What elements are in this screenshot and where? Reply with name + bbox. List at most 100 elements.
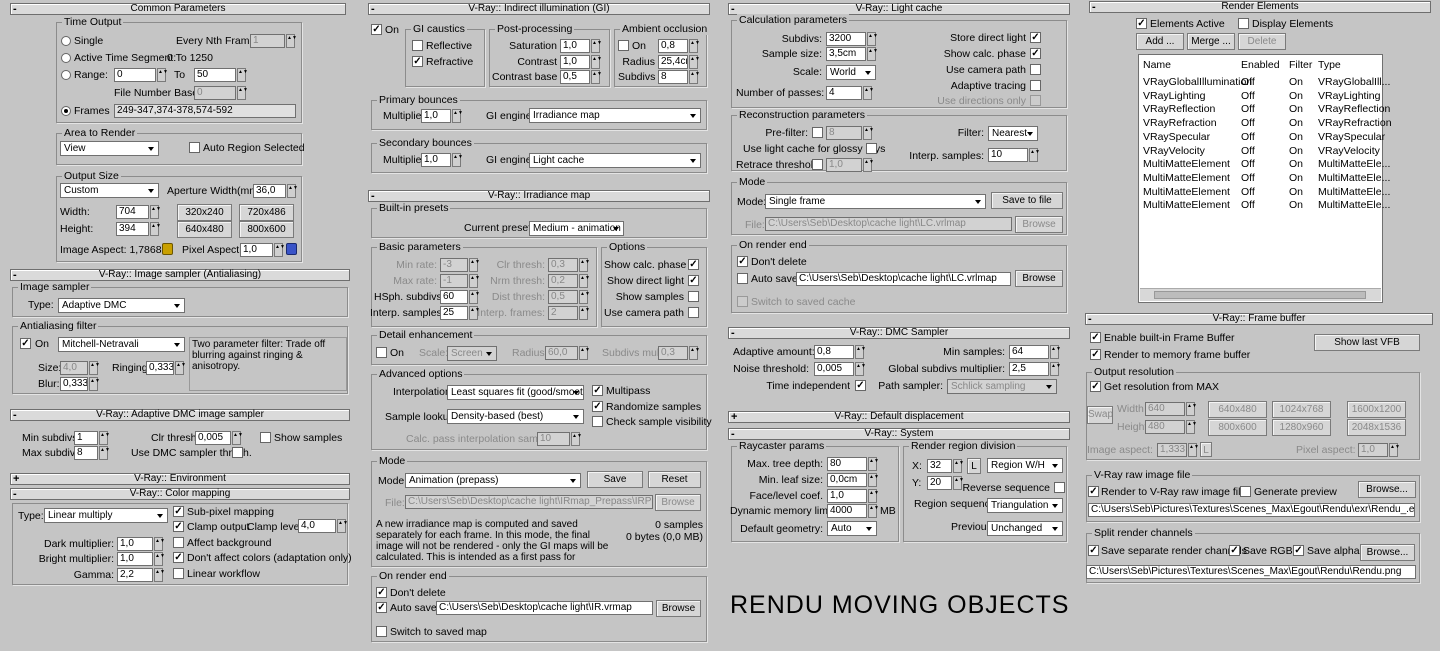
- use-dmc-checkbox[interactable]: [232, 447, 243, 458]
- pre-filter-checkbox[interactable]: [812, 127, 823, 138]
- clr-thresh-input[interactable]: 0,005: [195, 431, 231, 445]
- saturation-spinner[interactable]: ▲▼: [591, 39, 602, 53]
- contrast-input[interactable]: 1,0: [560, 55, 590, 69]
- interp-frames-input[interactable]: 2: [548, 306, 578, 320]
- noise-threshold-input[interactable]: 0,005: [814, 362, 854, 376]
- column-name[interactable]: Name: [1143, 59, 1171, 71]
- single-radio[interactable]: [61, 36, 71, 46]
- fb-1600x1200-button[interactable]: 1600x1200: [1347, 401, 1406, 418]
- fb-1024x768-button[interactable]: 1024x768: [1272, 401, 1331, 418]
- collapse-icon[interactable]: -: [371, 189, 375, 203]
- max-subdivs-spinner[interactable]: ▲▼: [99, 446, 110, 460]
- irr-reset-button[interactable]: Reset: [648, 471, 701, 488]
- fb-aspect-lock-button[interactable]: L: [1200, 442, 1212, 457]
- dynamic-memory-input[interactable]: 4000: [827, 504, 867, 518]
- render-to-memory-checkbox[interactable]: ✓: [1090, 349, 1101, 360]
- irr-file-input[interactable]: C:\Users\Seb\Desktop\cache light\IRmap_P…: [405, 495, 653, 509]
- render-raw-checkbox[interactable]: ✓: [1088, 486, 1099, 497]
- blur-spinner[interactable]: ▲▼: [89, 377, 100, 391]
- nrm-thresh-input[interactable]: 0,2: [548, 274, 578, 288]
- expand-icon[interactable]: +: [13, 472, 19, 486]
- retrace-checkbox[interactable]: [812, 159, 823, 170]
- lc-save-to-file-button[interactable]: Save to file: [991, 192, 1063, 209]
- size-spinner[interactable]: ▲▼: [89, 361, 100, 375]
- show-samples-checkbox[interactable]: [260, 432, 271, 443]
- check-sample-visibility-checkbox[interactable]: [592, 416, 603, 427]
- secondary-engine-dropdown[interactable]: Light cache: [529, 153, 701, 168]
- collapse-icon[interactable]: -: [13, 2, 17, 16]
- retrace-spinner[interactable]: ▲▼: [863, 158, 874, 172]
- num-passes-spinner[interactable]: ▲▼: [863, 86, 874, 100]
- table-row[interactable]: VRayGlobalIllumination Off On VRayGlobalIll…: [1143, 76, 1390, 89]
- auto-region-checkbox[interactable]: [189, 142, 200, 153]
- preset-800x600-button[interactable]: 800x600: [239, 221, 294, 238]
- fb-2048x1536-button[interactable]: 2048x1536: [1347, 419, 1406, 436]
- primary-multiplier-spinner[interactable]: ▲▼: [452, 109, 463, 123]
- aperture-input[interactable]: 36,0: [253, 184, 286, 198]
- pre-filter-input[interactable]: 8: [826, 126, 862, 140]
- default-geometry-dropdown[interactable]: Auto: [827, 521, 877, 536]
- table-row[interactable]: MultiMatteElement Off On MultiMatteEle...: [1143, 186, 1390, 199]
- irr-clr-thresh-input[interactable]: 0,3: [548, 258, 578, 272]
- irr-dont-delete-checkbox[interactable]: ✓: [376, 587, 387, 598]
- fb-1280x960-button[interactable]: 1280x960: [1272, 419, 1331, 436]
- save-rgb-checkbox[interactable]: ✓: [1229, 545, 1240, 556]
- table-row[interactable]: MultiMatteElement Off On MultiMatteEle...: [1143, 199, 1390, 212]
- min-subdivs-input[interactable]: 1: [74, 431, 98, 445]
- lc-interp-samples-spinner[interactable]: ▲▼: [1029, 148, 1040, 162]
- collapse-icon[interactable]: -: [13, 487, 17, 501]
- global-subdivs-spinner[interactable]: ▲▼: [1050, 362, 1061, 376]
- horizontal-scrollbar[interactable]: [1140, 288, 1381, 301]
- reverse-sequence-checkbox[interactable]: [1054, 482, 1065, 493]
- max-tree-depth-input[interactable]: 80: [827, 457, 867, 471]
- render-elements-rollout[interactable]: - Render Elements: [1089, 1, 1431, 13]
- contrast-base-input[interactable]: 0,5: [560, 70, 590, 84]
- interp-samples-input[interactable]: 25: [440, 306, 468, 320]
- width-input[interactable]: 704: [116, 205, 149, 219]
- save-separate-checkbox[interactable]: ✓: [1088, 545, 1099, 556]
- affect-background-checkbox[interactable]: [173, 537, 184, 548]
- contrast-spinner[interactable]: ▲▼: [591, 55, 602, 69]
- delete-element-button[interactable]: Delete: [1238, 33, 1286, 50]
- max-rate-spinner[interactable]: ▲▼: [469, 274, 480, 288]
- reflective-checkbox[interactable]: [412, 40, 423, 51]
- dist-thresh-input[interactable]: 0,5: [548, 290, 578, 304]
- hsph-subdivs-spinner[interactable]: ▲▼: [469, 290, 480, 304]
- blur-input[interactable]: 0,333: [60, 377, 88, 391]
- ao-amount-input[interactable]: 0,8: [658, 39, 688, 53]
- irr-switch-checkbox[interactable]: [376, 626, 387, 637]
- fb-width-spinner[interactable]: ▲▼: [1186, 402, 1197, 416]
- fb-image-aspect-spinner[interactable]: ▲▼: [1188, 443, 1199, 457]
- elements-active-checkbox[interactable]: ✓: [1136, 18, 1147, 29]
- adaptive-amount-input[interactable]: 0,8: [814, 345, 854, 359]
- lc-filter-dropdown[interactable]: Nearest: [988, 126, 1038, 141]
- fb-pixel-aspect-spinner[interactable]: ▲▼: [1389, 443, 1400, 457]
- refractive-checkbox[interactable]: ✓: [412, 56, 423, 67]
- min-samples-spinner[interactable]: ▲▼: [1050, 345, 1061, 359]
- noise-threshold-spinner[interactable]: ▲▼: [855, 362, 866, 376]
- save-alpha-checkbox[interactable]: ✓: [1293, 545, 1304, 556]
- pre-filter-spinner[interactable]: ▲▼: [863, 126, 874, 140]
- collapse-icon[interactable]: -: [1092, 0, 1096, 14]
- lc-dont-delete-checkbox[interactable]: ✓: [737, 256, 748, 267]
- clamp-output-checkbox[interactable]: ✓: [173, 521, 184, 532]
- secondary-multiplier-input[interactable]: 1,0: [421, 153, 451, 167]
- region-wh-dropdown[interactable]: Region W/H: [987, 458, 1063, 473]
- multipass-checkbox[interactable]: ✓: [592, 385, 603, 396]
- saturation-input[interactable]: 1,0: [560, 39, 590, 53]
- time-independent-checkbox[interactable]: ✓: [855, 380, 866, 391]
- table-row[interactable]: VRaySpecular Off On VRaySpecular: [1143, 131, 1385, 144]
- lc-subdivs-input[interactable]: 3200: [826, 32, 866, 46]
- region-y-input[interactable]: 20: [927, 476, 952, 490]
- aperture-spinner[interactable]: ▲▼: [287, 184, 298, 198]
- detail-on-checkbox[interactable]: [376, 347, 387, 358]
- width-spinner[interactable]: ▲▼: [150, 205, 161, 219]
- scale-dropdown[interactable]: Screen: [447, 346, 497, 361]
- dynamic-memory-spinner[interactable]: ▲▼: [868, 504, 879, 518]
- filter-dropdown[interactable]: Mitchell-Netravali: [58, 337, 185, 352]
- subdivs-mult-spinner[interactable]: ▲▼: [689, 346, 700, 360]
- max-tree-depth-spinner[interactable]: ▲▼: [868, 457, 879, 471]
- preset-640x480-button[interactable]: 640x480: [177, 221, 232, 238]
- collapse-icon[interactable]: -: [731, 427, 735, 441]
- range-to-input[interactable]: 50: [194, 68, 236, 82]
